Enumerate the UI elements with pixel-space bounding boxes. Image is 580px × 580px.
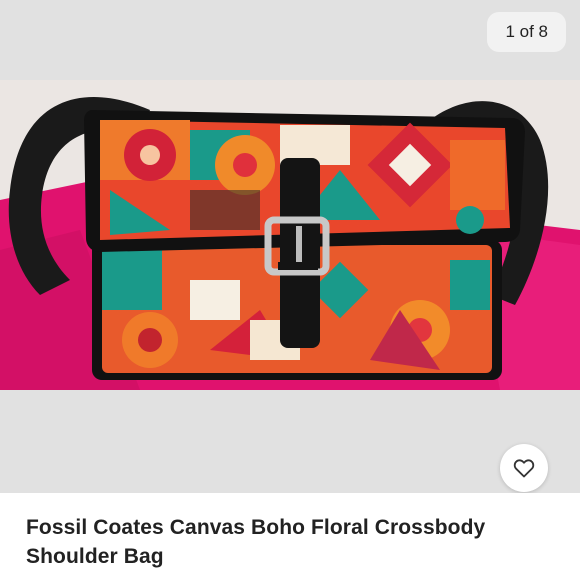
- product-photo[interactable]: [0, 80, 580, 390]
- image-counter: 1 of 8: [487, 12, 566, 52]
- heart-icon: [513, 459, 535, 478]
- like-button[interactable]: [500, 444, 548, 492]
- bag-illustration: [0, 80, 580, 390]
- product-title: Fossil Coates Canvas Boho Floral Crossbo…: [26, 516, 486, 568]
- image-counter-text: 1 of 8: [505, 22, 548, 41]
- image-gallery[interactable]: 1 of 8: [0, 0, 580, 493]
